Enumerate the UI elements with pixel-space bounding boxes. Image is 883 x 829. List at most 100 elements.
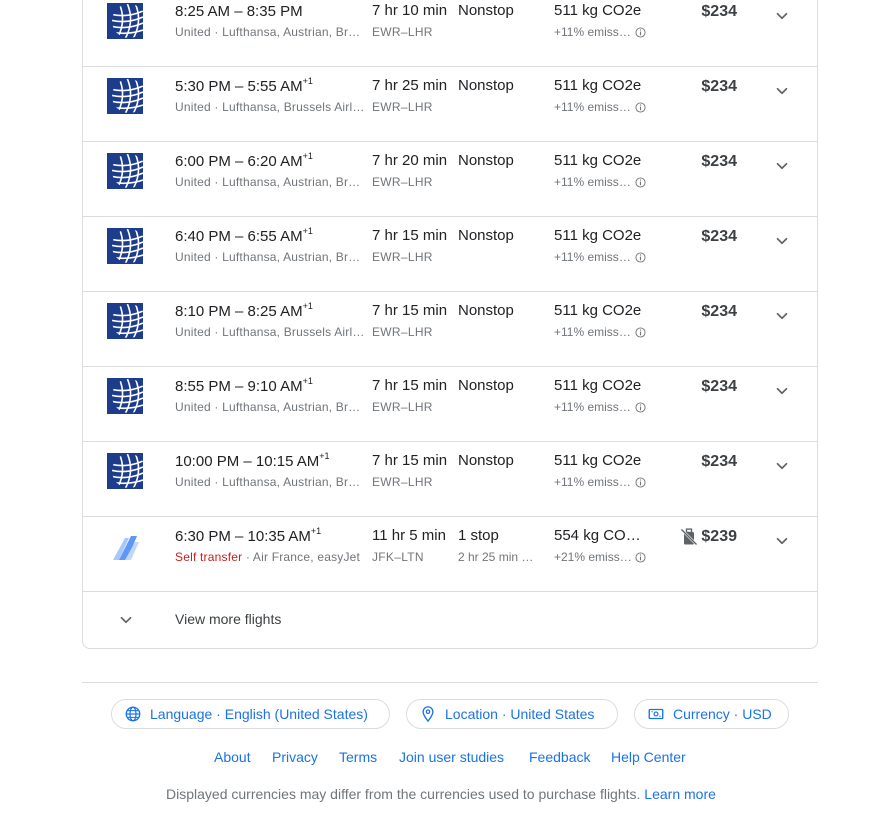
help-center-link[interactable]: Help Center <box>611 749 686 765</box>
flight-times: 10:00 PM – 10:15 AM+1 <box>175 451 330 470</box>
info-icon[interactable] <box>635 402 646 413</box>
flight-row[interactable]: 6:40 PM – 6:55 AM+1 United · Lufthansa, … <box>83 217 817 292</box>
expand-chevron-icon[interactable] <box>773 7 791 25</box>
flight-row[interactable]: 6:00 PM – 6:20 AM+1 United · Lufthansa, … <box>83 142 817 217</box>
flight-route: EWR–LHR <box>372 175 433 189</box>
airline-names: United · Lufthansa, Brussels Airl… <box>175 100 365 114</box>
airline-names: United · Lufthansa, Austrian, Br… <box>175 400 365 414</box>
airline-names: Self transfer · Air France, easyJet <box>175 550 361 564</box>
self-transfer-label: Self transfer <box>175 550 243 564</box>
flight-stops: Nonstop <box>458 452 514 469</box>
globe-icon <box>125 706 141 722</box>
flight-route: JFK–LTN <box>372 550 424 564</box>
no-carry-on-bag-icon <box>679 527 699 547</box>
learn-more-link[interactable]: Learn more <box>644 786 716 802</box>
emissions-comparison: +11% emissi… <box>554 175 646 189</box>
departure-arrival-time: 8:25 AM – 8:35 PM <box>175 3 303 20</box>
flight-duration: 7 hr 15 min <box>372 302 448 319</box>
flight-duration: 7 hr 15 min <box>372 227 448 244</box>
next-day-indicator: +1 <box>302 151 313 161</box>
flight-duration: 7 hr 15 min <box>372 377 448 394</box>
expand-chevron-icon[interactable] <box>773 532 791 550</box>
flight-price: $234 <box>701 78 737 95</box>
currency-chip[interactable]: Currency · USD <box>634 699 789 729</box>
expand-chevron-icon[interactable] <box>773 157 791 175</box>
co2-emissions: 511 kg CO2e <box>554 377 642 394</box>
flight-row[interactable]: 6:30 PM – 10:35 AM+1 Self transfer · Air… <box>83 517 817 592</box>
expand-chevron-icon[interactable] <box>773 307 791 325</box>
departure-arrival-time: 6:30 PM – 10:35 AM <box>175 528 311 545</box>
next-day-indicator: +1 <box>302 226 313 236</box>
expand-chevron-icon[interactable] <box>773 82 791 100</box>
departure-arrival-time: 8:55 PM – 9:10 AM <box>175 378 303 395</box>
info-icon[interactable] <box>635 177 646 188</box>
expand-chevron-icon[interactable] <box>773 457 791 475</box>
emissions-text: +11% emissi… <box>554 25 632 39</box>
flight-row[interactable]: 10:00 PM – 10:15 AM+1 United · Lufthansa… <box>83 442 817 517</box>
co2-emissions: 511 kg CO2e <box>554 227 642 244</box>
airline-label: United · Lufthansa, Austrian, Br… <box>175 475 361 489</box>
view-more-label: View more flights <box>175 611 282 627</box>
next-day-indicator: +1 <box>302 301 313 311</box>
co2-emissions: 511 kg CO2e <box>554 452 642 469</box>
flight-times: 6:30 PM – 10:35 AM+1 <box>175 526 321 545</box>
flight-price: $234 <box>701 378 737 395</box>
flight-row[interactable]: 8:10 PM – 8:25 AM+1 United · Lufthansa, … <box>83 292 817 367</box>
airline-label: United · Lufthansa, Austrian, Br… <box>175 25 361 39</box>
disclaimer-text: Displayed currencies may differ from the… <box>166 786 641 802</box>
airline-names: United · Lufthansa, Austrian, Br… <box>175 250 365 264</box>
departure-arrival-time: 6:00 PM – 6:20 AM <box>175 153 303 170</box>
flight-times: 6:40 PM – 6:55 AM+1 <box>175 226 313 245</box>
flight-price: $234 <box>701 3 737 20</box>
united-globe-logo <box>107 78 144 114</box>
emissions-text: +11% emissi… <box>554 400 632 414</box>
flight-duration: 7 hr 15 min <box>372 452 448 469</box>
info-icon[interactable] <box>635 552 646 563</box>
departure-arrival-time: 10:00 PM – 10:15 AM <box>175 453 320 470</box>
info-icon[interactable] <box>635 252 646 263</box>
emissions-comparison: +11% emissi… <box>554 400 646 414</box>
departure-arrival-time: 6:40 PM – 6:55 AM <box>175 228 303 245</box>
flight-duration: 7 hr 25 min <box>372 77 448 94</box>
co2-emissions: 554 kg CO… <box>554 527 641 544</box>
flight-row[interactable]: 8:55 PM – 9:10 AM+1 United · Lufthansa, … <box>83 367 817 442</box>
flight-row[interactable]: 5:30 PM – 5:55 AM+1 United · Lufthansa, … <box>83 67 817 142</box>
flight-stops: Nonstop <box>458 227 514 244</box>
co2-emissions: 511 kg CO2e <box>554 152 642 169</box>
united-globe-logo <box>107 303 144 339</box>
feedback-link[interactable]: Feedback <box>529 749 590 765</box>
flight-stops: Nonstop <box>458 77 514 94</box>
info-icon[interactable] <box>635 27 646 38</box>
terms-link[interactable]: Terms <box>339 749 377 765</box>
location-pin-icon <box>422 706 434 723</box>
co2-emissions: 511 kg CO2e <box>554 77 642 94</box>
flight-times: 8:25 AM – 8:35 PM <box>175 2 303 20</box>
view-more-flights-button[interactable]: View more flights <box>83 592 817 648</box>
info-icon[interactable] <box>635 102 646 113</box>
airline-label: United · Lufthansa, Austrian, Br… <box>175 175 361 189</box>
info-icon[interactable] <box>635 477 646 488</box>
flight-duration: 7 hr 10 min <box>372 2 448 19</box>
language-chip[interactable]: Language · English (United States) <box>111 699 390 729</box>
emissions-text: +21% emissi… <box>554 550 632 564</box>
flight-stops: Nonstop <box>458 2 514 19</box>
flight-times: 5:30 PM – 5:55 AM+1 <box>175 76 313 95</box>
emissions-comparison: +11% emissi… <box>554 25 646 39</box>
co2-emissions: 511 kg CO2e <box>554 302 642 319</box>
flight-duration: 11 hr 5 min <box>372 527 446 544</box>
flight-times: 6:00 PM – 6:20 AM+1 <box>175 151 313 170</box>
join-user-studies-link[interactable]: Join user studies <box>399 749 504 765</box>
about-link[interactable]: About <box>214 749 251 765</box>
location-chip[interactable]: Location · United States <box>406 699 618 729</box>
flight-stops: Nonstop <box>458 377 514 394</box>
emissions-text: +11% emissi… <box>554 250 632 264</box>
flight-stops: 1 stop <box>458 527 499 544</box>
flight-row[interactable]: 8:25 AM – 8:35 PM United · Lufthansa, Au… <box>83 0 817 67</box>
privacy-link[interactable]: Privacy <box>272 749 318 765</box>
info-icon[interactable] <box>635 327 646 338</box>
expand-chevron-icon[interactable] <box>773 232 791 250</box>
expand-chevron-icon[interactable] <box>773 382 791 400</box>
united-globe-logo <box>107 228 144 264</box>
airline-names: United · Lufthansa, Austrian, Br… <box>175 475 365 489</box>
next-day-indicator: +1 <box>319 451 330 461</box>
